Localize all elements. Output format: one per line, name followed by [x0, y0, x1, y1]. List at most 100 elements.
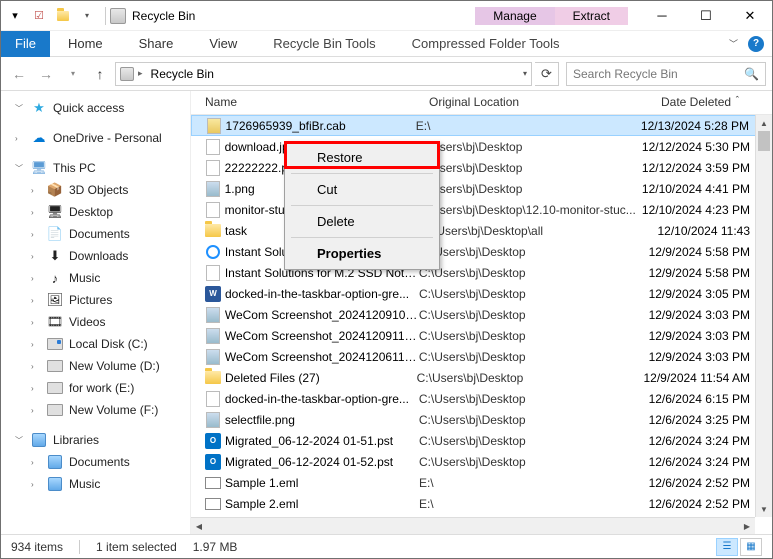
scroll-right-icon[interactable]: ▶	[739, 518, 755, 534]
file-row[interactable]: Deleted Files (27)C:\Users\bj\Desktop12/…	[191, 367, 772, 388]
file-location: C:\Users\bj\Desktop	[417, 371, 644, 385]
ribbon-tab-view[interactable]: View	[191, 31, 255, 57]
recent-button[interactable]: ▾	[61, 62, 85, 86]
file-name: Deleted Files (27)	[225, 371, 417, 385]
file-row[interactable]: Instant Solutions for M.2 SSD Not S...C:…	[191, 262, 772, 283]
file-name: Sample 1.eml	[225, 476, 419, 490]
column-date[interactable]: Date Deleted ⌃	[653, 91, 772, 114]
address-dropdown-icon[interactable]: ▾	[523, 69, 527, 78]
close-button[interactable]: ✕	[728, 2, 772, 30]
file-date: 12/9/2024 3:05 PM	[649, 287, 772, 301]
forward-button[interactable]: →	[34, 62, 58, 86]
qat-newfolder-icon[interactable]	[55, 8, 71, 24]
navpane-item[interactable]: ›for work (E:)	[1, 377, 190, 399]
navpane-item[interactable]: ›🖥Desktop	[1, 201, 190, 223]
column-location[interactable]: Original Location	[421, 91, 653, 114]
ribbon-tab-share[interactable]: Share	[121, 31, 192, 57]
context-tab-manage[interactable]: Manage	[475, 7, 554, 25]
file-row[interactable]: selectfile.pngC:\Users\bj\Desktop12/6/20…	[191, 409, 772, 430]
image-icon	[206, 307, 220, 323]
ribbon-tab-recyclebintools[interactable]: Recycle Bin Tools	[255, 31, 393, 57]
file-location: C:\Users\bj\Desktop	[419, 350, 649, 364]
maximize-button[interactable]: ☐	[684, 2, 728, 30]
view-details-button[interactable]: ☰	[716, 538, 738, 556]
navpane-item[interactable]: ›Documents	[1, 451, 190, 473]
navpane-item[interactable]: ›New Volume (D:)	[1, 355, 190, 377]
vertical-scrollbar[interactable]: ▲ ▼	[755, 115, 772, 517]
mail-icon	[205, 498, 221, 510]
file-row[interactable]: WeCom Screenshot_202412091059...C:\Users…	[191, 304, 772, 325]
recyclebin-icon	[110, 8, 126, 24]
file-row[interactable]: Sample 2.emlE:\12/6/2024 2:52 PM	[191, 493, 772, 514]
navpane-item[interactable]: ›♪Music	[1, 267, 190, 289]
window-title: Recycle Bin	[132, 9, 195, 23]
horizontal-scrollbar[interactable]: ◀ ▶	[191, 517, 755, 534]
search-input[interactable]: Search Recycle Bin 🔍	[566, 62, 766, 86]
qat-properties-icon[interactable]: ☑	[31, 8, 47, 24]
help-icon[interactable]: ?	[748, 36, 764, 52]
file-location: E:\	[419, 476, 649, 490]
context-menu-delete[interactable]: Delete	[287, 208, 437, 235]
back-button[interactable]: ←	[7, 62, 31, 86]
breadcrumb-sep-icon[interactable]: ▸	[138, 68, 143, 79]
context-menu-cut[interactable]: Cut	[287, 176, 437, 203]
file-row[interactable]: WeCom Screenshot_202412061139...C:\Users…	[191, 346, 772, 367]
qat-dropdown-icon[interactable]: ▾	[7, 8, 23, 24]
image-icon	[206, 412, 220, 428]
scroll-thumb[interactable]	[758, 131, 770, 151]
up-button[interactable]: ↑	[88, 62, 112, 86]
navpane-onedrive[interactable]: ›☁OneDrive - Personal	[1, 127, 190, 149]
file-location: E:\	[416, 119, 641, 133]
file-row[interactable]: docked-in-the-taskbar-option-gre...C:\Us…	[191, 388, 772, 409]
refresh-button[interactable]: ⟳	[535, 62, 559, 86]
file-icon	[206, 265, 220, 281]
file-row[interactable]: download.jpgC:\Users\bj\Desktop12/12/202…	[191, 136, 772, 157]
folder-icon: 📄	[47, 226, 63, 242]
navpane-item[interactable]: ›🖼Pictures	[1, 289, 190, 311]
navpane-quick-access[interactable]: ﹀★Quick access	[1, 97, 190, 119]
navpane-libraries[interactable]: ﹀Libraries	[1, 429, 190, 451]
context-tab-extract[interactable]: Extract	[555, 7, 628, 25]
navpane-item[interactable]: ›Music	[1, 473, 190, 495]
navpane-thispc[interactable]: ﹀🖥This PC	[1, 157, 190, 179]
file-date: 12/12/2024 3:59 PM	[642, 161, 772, 175]
titlebar: ▾ ☑ ▾ Recycle Bin Manage Extract ─ ☐ ✕	[1, 1, 772, 31]
column-name[interactable]: Name	[197, 91, 421, 114]
file-row[interactable]: OMigrated_06-12-2024 01-51.pstC:\Users\b…	[191, 430, 772, 451]
scroll-up-icon[interactable]: ▲	[756, 115, 772, 131]
file-name: Migrated_06-12-2024 01-51.pst	[225, 434, 419, 448]
minimize-button[interactable]: ─	[640, 2, 684, 30]
navpane-item[interactable]: ›📄Documents	[1, 223, 190, 245]
scroll-down-icon[interactable]: ▼	[756, 501, 772, 517]
drive-icon	[47, 380, 63, 396]
qat-caret-icon[interactable]: ▾	[79, 8, 95, 24]
file-row[interactable]: taskC:\Users\bj\Desktop\all12/10/2024 11…	[191, 220, 772, 241]
expand-ribbon-icon[interactable]: ﹀	[729, 37, 738, 50]
navpane-item[interactable]: ›Local Disk (C:)	[1, 333, 190, 355]
file-menu-button[interactable]: File	[1, 31, 50, 57]
view-thumbnails-button[interactable]: ▦	[740, 538, 762, 556]
scroll-left-icon[interactable]: ◀	[191, 518, 207, 534]
navpane-item[interactable]: ›⬇Downloads	[1, 245, 190, 267]
file-row[interactable]: 1726965939_bfiBr.cabE:\12/13/2024 5:28 P…	[191, 115, 772, 136]
file-row[interactable]: 1.pngC:\Users\bj\Desktop12/10/2024 4:41 …	[191, 178, 772, 199]
context-menu-restore[interactable]: Restore	[287, 144, 437, 171]
file-row[interactable]: WeCom Screenshot_202412091100...C:\Users…	[191, 325, 772, 346]
file-list-pane: Name Original Location Date Deleted ⌃ 17…	[191, 91, 772, 534]
file-row[interactable]: OMigrated_06-12-2024 01-52.pstC:\Users\b…	[191, 451, 772, 472]
breadcrumb-location[interactable]: Recycle Bin	[147, 67, 218, 81]
address-bar[interactable]: ▸ Recycle Bin ▾	[115, 62, 532, 86]
navpane-item[interactable]: ›🎞Videos	[1, 311, 190, 333]
context-menu-properties[interactable]: Properties	[287, 240, 437, 267]
navpane-item[interactable]: ›📦3D Objects	[1, 179, 190, 201]
search-icon[interactable]: 🔍	[744, 67, 759, 81]
file-row[interactable]: Wdocked-in-the-taskbar-option-gre...C:\U…	[191, 283, 772, 304]
file-row[interactable]: Sample 1.emlE:\12/6/2024 2:52 PM	[191, 472, 772, 493]
navpane-item[interactable]: ›New Volume (F:)	[1, 399, 190, 421]
ribbon-tab-home[interactable]: Home	[50, 31, 121, 57]
ribbon-tab-compressedtools[interactable]: Compressed Folder Tools	[394, 31, 578, 57]
file-row[interactable]: Instant Solutions for M.2 SSD Not Sh...C…	[191, 241, 772, 262]
file-row[interactable]: 22222222.pngC:\Users\bj\Desktop12/12/202…	[191, 157, 772, 178]
file-icon	[206, 160, 220, 176]
file-row[interactable]: monitor-stuck-half.pngC:\Users\bj\Deskto…	[191, 199, 772, 220]
